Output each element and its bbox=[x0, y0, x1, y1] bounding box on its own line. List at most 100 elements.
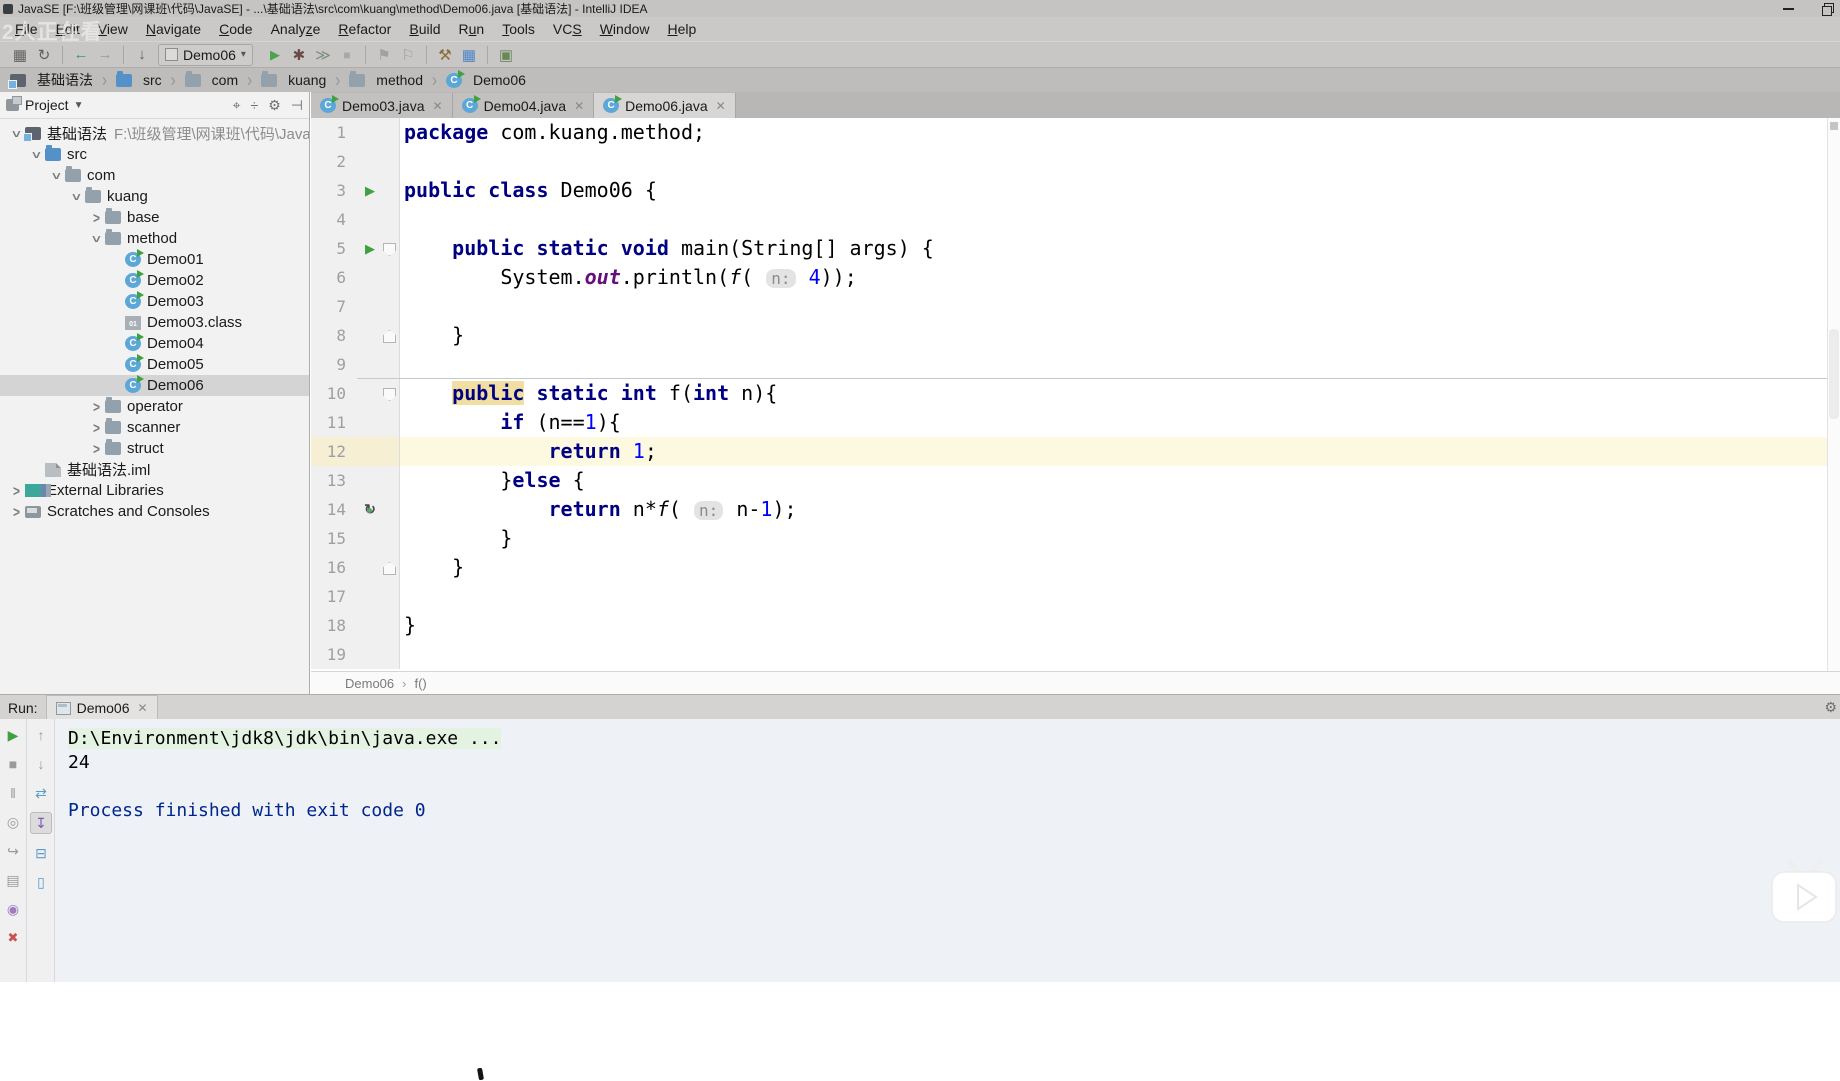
tree-item-demo03.class[interactable]: 01 Demo03.class bbox=[0, 312, 309, 333]
sort-lines-icon[interactable]: ↓ bbox=[130, 44, 154, 66]
chevron-collapsed-icon[interactable]: > bbox=[88, 209, 105, 227]
menu-item-run[interactable]: Run bbox=[450, 19, 494, 39]
synchronize-icon[interactable]: ↻ bbox=[32, 44, 56, 66]
editor-breadcrumb-item[interactable]: Demo06 bbox=[345, 676, 394, 691]
editor-scrollbar[interactable] bbox=[1827, 118, 1840, 672]
tree-item-基础语法.iml[interactable]: 基础语法.iml bbox=[0, 459, 309, 480]
code-line-4[interactable]: 4 bbox=[311, 205, 1840, 234]
editor-tab-demo06.java[interactable]: C Demo06.java ✕ bbox=[594, 93, 736, 118]
menu-item-window[interactable]: Window bbox=[591, 19, 659, 39]
collapse-all-icon[interactable]: ÷ bbox=[251, 97, 259, 113]
menu-item-build[interactable]: Build bbox=[400, 19, 449, 39]
menu-item-tools[interactable]: Tools bbox=[493, 19, 544, 39]
flag2-icon[interactable]: ⚐ bbox=[396, 44, 420, 66]
editor-breadcrumb-item[interactable]: f() bbox=[414, 676, 426, 691]
locate-icon[interactable]: ⌖ bbox=[233, 97, 241, 114]
chevron-expanded-icon[interactable]: > bbox=[28, 146, 46, 163]
scrollend-icon[interactable]: ↧ bbox=[30, 812, 52, 834]
stop-icon[interactable]: ■ bbox=[335, 44, 359, 66]
project-panel-title[interactable]: Project bbox=[25, 97, 69, 113]
chevron-down-icon[interactable]: ▼ bbox=[74, 100, 84, 111]
chevron-collapsed-icon[interactable]: > bbox=[88, 419, 105, 437]
dump-icon[interactable]: ◎ bbox=[3, 812, 23, 832]
project-structure-icon[interactable]: ▦ bbox=[457, 44, 481, 66]
settings-icon[interactable]: ⚒ bbox=[433, 44, 457, 66]
editor-tab-demo04.java[interactable]: C Demo04.java ✕ bbox=[452, 93, 595, 118]
code-line-19[interactable]: 19 bbox=[311, 640, 1840, 669]
code-line-18[interactable]: 18} bbox=[311, 611, 1840, 640]
down-icon[interactable]: ↓ bbox=[31, 754, 51, 774]
run-configuration-select[interactable]: Demo06 ▾ bbox=[158, 43, 253, 66]
tree-item-demo06[interactable]: C Demo06 bbox=[0, 375, 309, 396]
code-line-13[interactable]: 13 }else { bbox=[311, 466, 1840, 495]
chevron-collapsed-icon[interactable]: > bbox=[8, 503, 25, 521]
tree-item-base[interactable]: > base bbox=[0, 207, 309, 228]
attach-icon[interactable]: ↪ bbox=[3, 841, 23, 861]
restore-button[interactable] bbox=[1821, 2, 1834, 16]
tree-item-struct[interactable]: > struct bbox=[0, 438, 309, 459]
tree-item-com[interactable]: > com bbox=[0, 165, 309, 186]
rerun-icon[interactable]: ▶ bbox=[3, 725, 23, 745]
fold-end-marker[interactable] bbox=[383, 330, 396, 343]
restore-icon[interactable]: ⇄ bbox=[31, 783, 51, 803]
editor-tab-demo03.java[interactable]: C Demo03.java ✕ bbox=[311, 93, 453, 118]
back-icon[interactable]: ← bbox=[69, 44, 93, 66]
code-line-14[interactable]: 14 ↻ return n*f( n: n-1); bbox=[311, 495, 1840, 524]
menu-item-view[interactable]: View bbox=[89, 19, 137, 39]
tree-item-demo04[interactable]: C Demo04 bbox=[0, 333, 309, 354]
tree-item-external libraries[interactable]: > External Libraries bbox=[0, 480, 309, 501]
breadcrumb-item-kuang[interactable]: kuang bbox=[259, 70, 328, 88]
close-icon[interactable]: ✕ bbox=[138, 701, 148, 715]
breadcrumb-item-method[interactable]: method bbox=[347, 70, 425, 88]
code-line-10[interactable]: 10 public static int f(int n){ bbox=[311, 378, 1840, 408]
menu-item-vcs[interactable]: VCS bbox=[544, 19, 591, 39]
run-tab[interactable]: Demo06 ✕ bbox=[45, 695, 158, 720]
code-line-11[interactable]: 11 if (n==1){ bbox=[311, 408, 1840, 437]
coverage-icon[interactable]: ≫ bbox=[311, 44, 335, 66]
tree-item-operator[interactable]: > operator bbox=[0, 396, 309, 417]
chevron-expanded-icon[interactable]: > bbox=[68, 188, 86, 205]
close-icon[interactable]: ✕ bbox=[574, 99, 584, 113]
code-line-5[interactable]: 5 ▶ public static void main(String[] args… bbox=[311, 234, 1840, 263]
code-line-3[interactable]: 3 ▶ public class Demo06 { bbox=[311, 176, 1840, 205]
breadcrumb-item-demo06[interactable]: C Demo06 bbox=[444, 69, 528, 88]
menu-item-help[interactable]: Help bbox=[659, 19, 706, 39]
scrollbar-thumb[interactable] bbox=[1829, 328, 1839, 419]
hide-panel-icon[interactable]: ⊣ bbox=[291, 97, 303, 114]
code-line-16[interactable]: 16 } bbox=[311, 553, 1840, 582]
save-icon[interactable]: ▦ bbox=[8, 44, 32, 66]
inspections-indicator[interactable] bbox=[1830, 122, 1838, 130]
tree-item-demo05[interactable]: C Demo05 bbox=[0, 354, 309, 375]
pin-icon[interactable]: ◉ bbox=[3, 899, 23, 919]
menu-item-edit[interactable]: Edit bbox=[47, 19, 89, 39]
menu-item-file[interactable]: File bbox=[6, 19, 47, 39]
code-line-17[interactable]: 17 bbox=[311, 582, 1840, 611]
flag1-icon[interactable]: ⚑ bbox=[372, 44, 396, 66]
code-line-6[interactable]: 6 System.out.println(f( n: 4)); bbox=[311, 263, 1840, 292]
console-settings-icon[interactable]: ▤ bbox=[3, 870, 23, 890]
clear-icon[interactable]: ▯ bbox=[31, 872, 51, 892]
stop-icon[interactable]: ■ bbox=[3, 754, 23, 774]
close-icon[interactable]: ✕ bbox=[716, 99, 726, 113]
tree-item-demo02[interactable]: C Demo02 bbox=[0, 270, 309, 291]
code-line-8[interactable]: 8 } bbox=[311, 321, 1840, 350]
settings-gear-icon[interactable]: ⚙ bbox=[268, 97, 281, 114]
up-icon[interactable]: ↑ bbox=[31, 725, 51, 745]
console-output[interactable]: D:\Environment\jdk8\jdk\bin\java.exe ...… bbox=[56, 719, 1840, 982]
chevron-collapsed-icon[interactable]: > bbox=[88, 398, 105, 416]
run-line-icon[interactable]: ▶ bbox=[365, 183, 375, 198]
breadcrumb-item-基础语法[interactable]: 基础语法 bbox=[8, 70, 95, 90]
tree-item-src[interactable]: > src bbox=[0, 144, 309, 165]
menu-item-navigate[interactable]: Navigate bbox=[137, 19, 210, 39]
pause-icon[interactable]: ‖ bbox=[3, 783, 23, 803]
menu-item-code[interactable]: Code bbox=[210, 19, 261, 39]
debug-icon[interactable]: ✱ bbox=[287, 44, 311, 66]
code-editor[interactable]: 1 package com.kuang.method; 2 3 ▶ public clas… bbox=[311, 118, 1840, 672]
chevron-expanded-icon[interactable]: > bbox=[88, 230, 106, 247]
fold-start-marker[interactable] bbox=[383, 243, 396, 256]
code-line-2[interactable]: 2 bbox=[311, 147, 1840, 176]
code-line-1[interactable]: 1 package com.kuang.method; bbox=[311, 118, 1840, 147]
menu-item-analyze[interactable]: Analyze bbox=[262, 19, 330, 39]
tree-item-demo01[interactable]: C Demo01 bbox=[0, 249, 309, 270]
breadcrumb-item-src[interactable]: src bbox=[114, 70, 164, 88]
